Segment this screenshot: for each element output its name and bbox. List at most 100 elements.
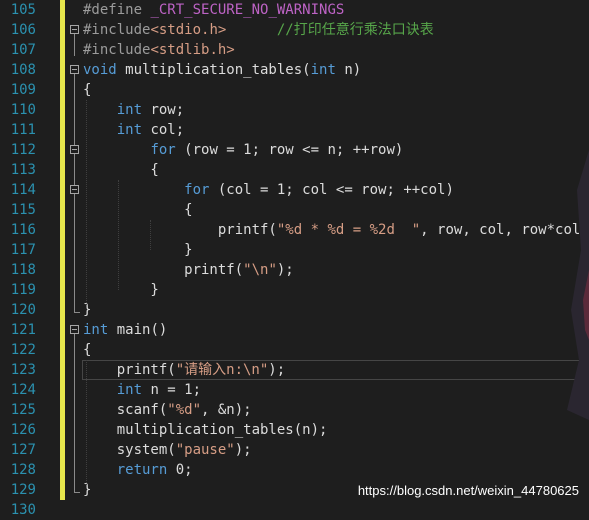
code-line[interactable]: 125 scanf("%d", &n); xyxy=(0,400,589,420)
code-token: } xyxy=(83,302,92,318)
line-number: 109 xyxy=(10,82,36,98)
code-editor[interactable]: 105 #define _CRT_SECURE_NO_WARNINGS 106 #in… xyxy=(0,0,589,518)
code-text[interactable]: { xyxy=(83,160,159,180)
code-text[interactable]: } xyxy=(83,240,192,260)
line-number: 113 xyxy=(10,162,36,178)
code-line[interactable]: 113 { xyxy=(0,160,589,180)
code-token: scanf( xyxy=(83,402,168,418)
code-token: , &n); xyxy=(201,402,252,418)
code-line[interactable]: 109 { xyxy=(0,80,589,100)
code-line[interactable]: 126 multiplication_tables(n); xyxy=(0,420,589,440)
code-line[interactable]: 121 int main() xyxy=(0,320,589,340)
code-text[interactable]: for (row = 1; row <= n; ++row) xyxy=(83,140,403,160)
code-line[interactable]: 105 #define _CRT_SECURE_NO_WARNINGS xyxy=(0,0,589,20)
code-token: "%d" xyxy=(167,402,202,418)
code-text[interactable]: multiplication_tables(n); xyxy=(83,420,328,440)
code-line[interactable]: 127 system("pause"); xyxy=(0,440,589,460)
code-text[interactable]: for (col = 1; col <= row; ++col) xyxy=(83,180,454,200)
code-token: } xyxy=(83,282,159,298)
code-token: return xyxy=(116,462,168,478)
code-token: printf( xyxy=(83,262,244,278)
code-text[interactable]: int n = 1; xyxy=(83,380,201,400)
code-text[interactable]: { xyxy=(83,200,192,220)
code-line[interactable]: 107 #include<stdlib.h> xyxy=(0,40,589,60)
code-line[interactable]: 124 int n = 1; xyxy=(0,380,589,400)
code-line[interactable]: 120} xyxy=(0,300,589,320)
line-number: 105 xyxy=(10,2,36,18)
line-number: 119 xyxy=(10,282,36,298)
code-token: "请输入n:\n" xyxy=(175,362,269,378)
collapse-icon[interactable] xyxy=(70,185,79,194)
code-text[interactable]: return 0; xyxy=(83,460,193,480)
collapse-icon[interactable] xyxy=(70,325,79,334)
line-number: 130 xyxy=(10,502,36,518)
code-line[interactable]: 115 { xyxy=(0,200,589,220)
code-line[interactable]: 123 printf("请输入n:\n"); xyxy=(0,360,589,380)
line-number: 126 xyxy=(10,422,36,438)
code-token: multiplication_tables( xyxy=(116,62,311,78)
line-number: 108 xyxy=(10,62,36,78)
indent-guide xyxy=(86,100,87,305)
code-line[interactable]: 106 #include<stdio.h> //打印任意行乘法口诀表 xyxy=(0,20,589,40)
fold-guide xyxy=(74,334,75,492)
line-number: 123 xyxy=(10,362,36,378)
code-line[interactable]: 122 { xyxy=(0,340,589,360)
code-line[interactable]: 110 int row; xyxy=(0,100,589,120)
code-token: printf( xyxy=(83,362,176,378)
code-text[interactable]: #include<stdio.h> //打印任意行乘法口诀表 xyxy=(83,20,434,40)
code-token: void xyxy=(83,62,117,78)
code-text[interactable]: } xyxy=(83,480,91,500)
code-token: multiplication_tables(n); xyxy=(83,422,328,438)
fold-guide xyxy=(74,34,75,56)
line-number: 125 xyxy=(10,402,36,418)
code-text[interactable]: #define _CRT_SECURE_NO_WARNINGS xyxy=(83,0,344,20)
code-line[interactable]: 112 for (row = 1; row <= n; ++row) xyxy=(0,140,589,160)
code-text[interactable]: printf("\n"); xyxy=(83,260,294,280)
code-line[interactable]: 108 void multiplication_tables(int n) xyxy=(0,60,589,80)
code-text[interactable]: system("pause"); xyxy=(83,440,252,460)
watermark: https://blog.csdn.net/weixin_44780625 xyxy=(357,483,579,498)
line-number: 124 xyxy=(10,382,36,398)
code-token: #include xyxy=(83,42,151,58)
code-text[interactable]: } xyxy=(83,300,91,320)
code-text[interactable]: int col; xyxy=(83,120,184,140)
code-line[interactable]: 118 printf("\n"); xyxy=(0,260,589,280)
code-line[interactable]: 116 printf("%d * %d = %2d ", row, col, r… xyxy=(0,220,589,240)
collapse-icon[interactable] xyxy=(70,25,79,34)
code-text[interactable]: void multiplication_tables(int n) xyxy=(83,60,361,80)
code-line[interactable]: 128 return 0; xyxy=(0,460,589,480)
code-token: col; xyxy=(142,122,185,138)
line-number: 118 xyxy=(10,262,36,278)
code-token: ); xyxy=(276,262,294,278)
code-text[interactable]: { xyxy=(83,340,91,360)
fold-end xyxy=(74,312,80,313)
code-token: { xyxy=(83,162,159,178)
collapse-icon[interactable] xyxy=(70,65,79,74)
code-text[interactable]: printf("%d * %d = %2d ", row, col, row*c… xyxy=(83,220,589,240)
code-token: n) xyxy=(335,62,362,78)
code-text[interactable]: int main() xyxy=(83,320,167,340)
code-text[interactable]: } xyxy=(83,280,159,300)
code-token: ); xyxy=(268,362,286,378)
collapse-icon[interactable] xyxy=(70,145,79,154)
code-line[interactable]: 114 for (col = 1; col <= row; ++col) xyxy=(0,180,589,200)
line-number: 127 xyxy=(10,442,36,458)
code-text[interactable]: printf("请输入n:\n"); xyxy=(83,360,285,380)
code-text[interactable]: int row; xyxy=(83,100,184,120)
code-line[interactable]: 119 } xyxy=(0,280,589,300)
code-text[interactable]: { xyxy=(83,80,91,100)
code-line[interactable]: 130 xyxy=(0,500,589,520)
line-number: 111 xyxy=(10,122,36,138)
code-token: n = 1; xyxy=(142,382,202,398)
code-line[interactable]: 117 } xyxy=(0,240,589,260)
code-text[interactable]: scanf("%d", &n); xyxy=(83,400,252,420)
line-number: 114 xyxy=(10,182,36,198)
code-line[interactable]: 111 int col; xyxy=(0,120,589,140)
code-token: { xyxy=(83,342,92,358)
code-token: printf( xyxy=(83,222,277,238)
code-text[interactable]: #include<stdlib.h> xyxy=(83,40,235,60)
